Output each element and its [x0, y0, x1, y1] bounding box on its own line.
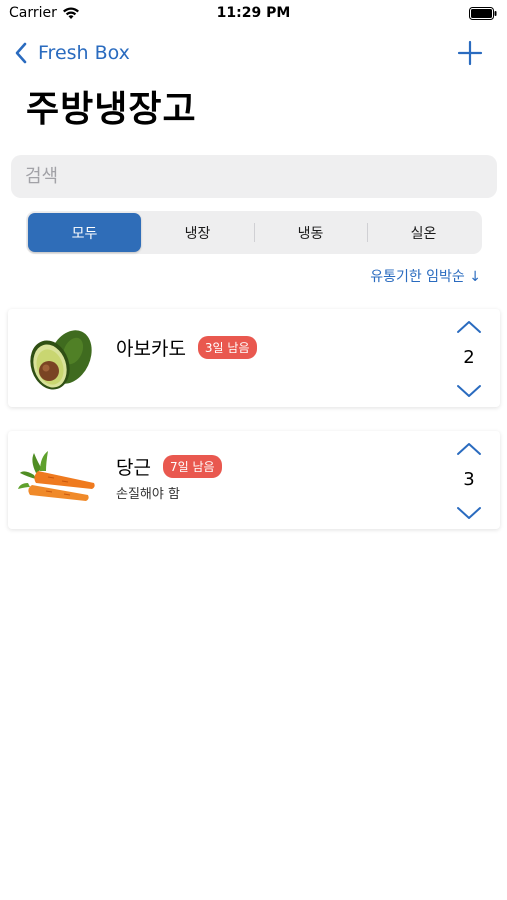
item-note: 손질해야 함 — [116, 487, 180, 502]
segment-all[interactable]: 모두 — [28, 213, 141, 252]
quantity-stepper: 2 — [454, 317, 484, 399]
chevron-up-icon[interactable] — [455, 319, 483, 335]
battery-icon — [469, 7, 497, 20]
list-item[interactable]: 당근 7일 남음 손질해야 함 3 — [8, 431, 500, 529]
sort-button[interactable]: 유통기한 임박순 ↓ — [370, 266, 481, 286]
status-bar: Carrier 11:29 PM — [0, 0, 507, 28]
item-title-row: 아보카도 3일 남음 — [116, 334, 257, 361]
quantity-value: 2 — [463, 347, 475, 368]
search-input[interactable] — [25, 166, 483, 187]
quantity-stepper: 3 — [454, 439, 484, 521]
chevron-left-icon — [15, 42, 27, 64]
expiry-badge: 7일 남음 — [162, 455, 222, 478]
item-title-row: 당근 7일 남음 — [116, 453, 222, 480]
back-button[interactable]: Fresh Box — [14, 36, 130, 70]
quantity-value: 3 — [463, 469, 475, 490]
plus-icon[interactable] — [457, 40, 483, 66]
avocado-image — [30, 330, 92, 390]
item-name: 당근 — [116, 457, 151, 479]
navigation-bar: Fresh Box — [0, 36, 507, 70]
status-time: 11:29 PM — [216, 5, 291, 21]
back-button-label: Fresh Box — [38, 42, 130, 64]
storage-filter-segmented-control: 모두 냉장 냉동 실온 — [26, 211, 482, 254]
search-bar[interactable] — [11, 155, 497, 198]
segment-refrigerated[interactable]: 냉장 — [141, 213, 254, 252]
chevron-up-icon[interactable] — [455, 441, 483, 457]
carrot-image — [18, 451, 95, 501]
chevron-down-icon[interactable] — [455, 505, 483, 521]
segment-room-temp[interactable]: 실온 — [367, 213, 480, 252]
chevron-down-icon[interactable] — [455, 383, 483, 399]
list-item[interactable]: 아보카도 3일 남음 2 — [8, 309, 500, 407]
item-name: 아보카도 — [116, 338, 186, 360]
expiry-badge: 3일 남음 — [197, 336, 257, 359]
page-title: 주방냉장고 — [26, 89, 197, 130]
segment-frozen[interactable]: 냉동 — [254, 213, 367, 252]
